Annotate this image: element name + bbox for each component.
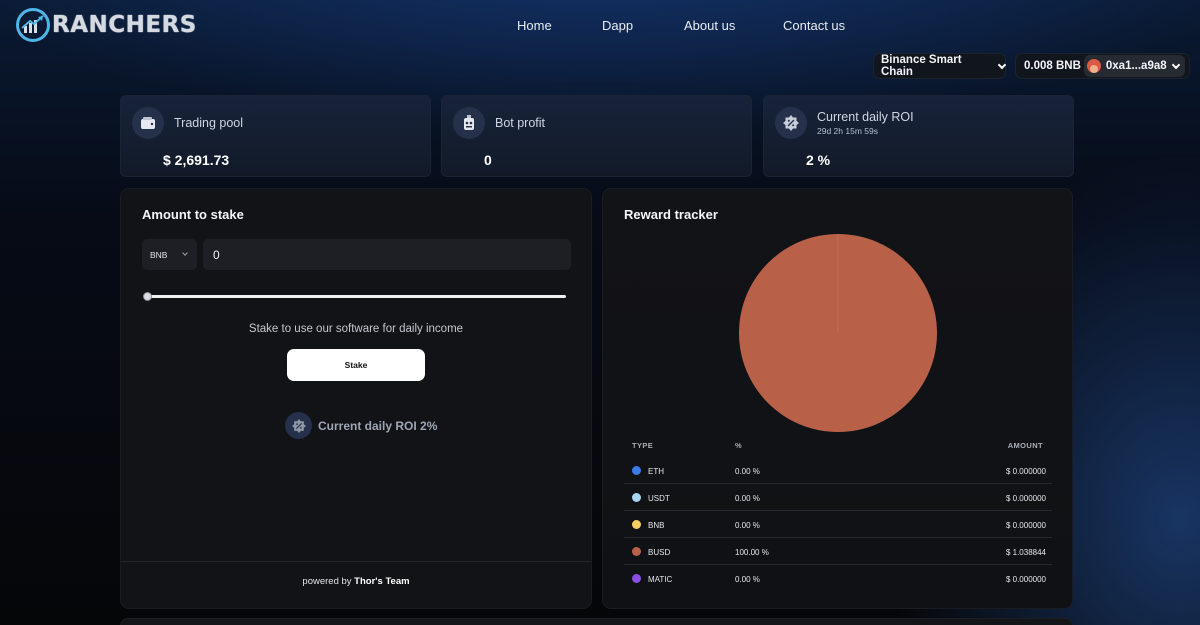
next-section-edge: [120, 618, 1073, 625]
divider: [121, 561, 591, 562]
daily-roi-card: Current daily ROI 29d 2h 15m 59s 2 %: [763, 95, 1074, 177]
coin-type: MATIC: [648, 575, 673, 584]
trading-pool-value: $ 2,691.73: [163, 152, 230, 168]
usdt-color-dot: [632, 493, 641, 502]
wallet-button[interactable]: 0.008 BNB 0xa1...a9a8: [1015, 53, 1190, 79]
coin-type: BNB: [648, 521, 665, 530]
nav-dapp-link[interactable]: Dapp: [602, 18, 633, 33]
coin-type: USDT: [648, 494, 670, 503]
table-row: USDT 0.00 % $ 0.000000: [624, 484, 1052, 511]
coin-percent: 100.00 %: [735, 548, 769, 557]
chevron-down-icon: [1171, 60, 1180, 69]
stake-button[interactable]: Stake: [287, 349, 425, 381]
reward-tracker-panel: Reward tracker TYPE % AMOUNT ETH 0.00 % …: [602, 188, 1073, 609]
daily-roi-countdown: 29d 2h 15m 59s: [817, 126, 878, 136]
coin-percent: 0.00 %: [735, 575, 760, 584]
wallet-icon: [132, 107, 164, 139]
coin-percent: 0.00 %: [735, 494, 760, 503]
network-label: Binance Smart Chain: [881, 54, 962, 78]
coin-percent: 0.00 %: [735, 467, 760, 476]
table-row: MATIC 0.00 % $ 0.000000: [624, 565, 1052, 592]
main-nav: Home Dapp About us Contact us: [0, 18, 1200, 34]
coin-amount: $ 0.000000: [1005, 575, 1046, 584]
robot-icon: [453, 107, 485, 139]
powered-by-team[interactable]: Thor's Team: [354, 576, 409, 587]
matic-color-dot: [632, 574, 641, 583]
table-row: BNB 0.00 % $ 0.000000: [624, 511, 1052, 538]
column-header-percent: %: [735, 441, 743, 450]
stake-panel: Amount to stake BNB Stake to use our sof…: [120, 188, 592, 609]
table-row: ETH 0.00 % $ 0.000000: [624, 457, 1052, 484]
current-roi-indicator: Current daily ROI 2%: [285, 412, 437, 439]
current-roi-text: Current daily ROI 2%: [318, 418, 438, 433]
bot-profit-value: 0: [484, 152, 492, 168]
eth-color-dot: [632, 466, 641, 475]
coin-type: ETH: [648, 467, 664, 476]
coin-amount: $ 0.000000: [1005, 494, 1046, 503]
stake-amount-input[interactable]: [203, 239, 571, 270]
percent-badge-icon: [285, 412, 312, 439]
stake-slider-thumb[interactable]: [143, 292, 152, 301]
nav-about-link[interactable]: About us: [684, 18, 735, 33]
bnb-color-dot: [632, 520, 641, 529]
currency-select[interactable]: BNB: [142, 239, 197, 270]
bot-profit-label: Bot profit: [495, 116, 546, 130]
avatar: [1086, 59, 1101, 73]
column-header-type: TYPE: [632, 441, 654, 450]
reward-panel-title: Reward tracker: [624, 207, 718, 222]
nav-home-link[interactable]: Home: [517, 18, 552, 33]
table-row: BUSD 100.00 % $ 1.038844: [624, 538, 1052, 565]
busd-color-dot: [632, 547, 641, 556]
stake-panel-title: Amount to stake: [142, 207, 244, 222]
wallet-balance: 0.008 BNB: [1024, 60, 1081, 72]
trading-pool-card: Trading pool $ 2,691.73: [120, 95, 431, 177]
daily-roi-label: Current daily ROI: [817, 110, 914, 124]
stake-hint-text: Stake to use our software for daily inco…: [248, 323, 464, 335]
daily-roi-value: 2 %: [806, 152, 831, 168]
wallet-address: 0xa1...a9a8: [1105, 60, 1167, 72]
coin-type: BUSD: [648, 548, 671, 557]
bot-profit-card: Bot profit 0: [441, 95, 752, 177]
nav-contact-link[interactable]: Contact us: [783, 18, 845, 33]
coin-amount: $ 1.038844: [1005, 548, 1046, 557]
coin-amount: $ 0.000000: [1005, 521, 1046, 530]
stake-slider-track[interactable]: [148, 295, 566, 298]
coin-percent: 0.00 %: [735, 521, 760, 530]
trading-pool-label: Trading pool: [174, 116, 244, 130]
powered-by-footer: powered by Thor's Team: [121, 576, 591, 587]
chevron-down-icon: [997, 60, 1007, 69]
reward-pie-chart: [739, 234, 937, 432]
wallet-account[interactable]: 0xa1...a9a8: [1083, 55, 1185, 77]
column-header-amount: AMOUNT: [1007, 441, 1043, 450]
percent-badge-icon: [775, 107, 807, 139]
chevron-down-icon: [182, 250, 188, 256]
currency-selected: BNB: [150, 249, 168, 260]
powered-by-prefix: powered by: [302, 576, 352, 587]
network-selector[interactable]: Binance Smart Chain: [873, 53, 1007, 79]
coin-amount: $ 0.000000: [1005, 467, 1046, 476]
